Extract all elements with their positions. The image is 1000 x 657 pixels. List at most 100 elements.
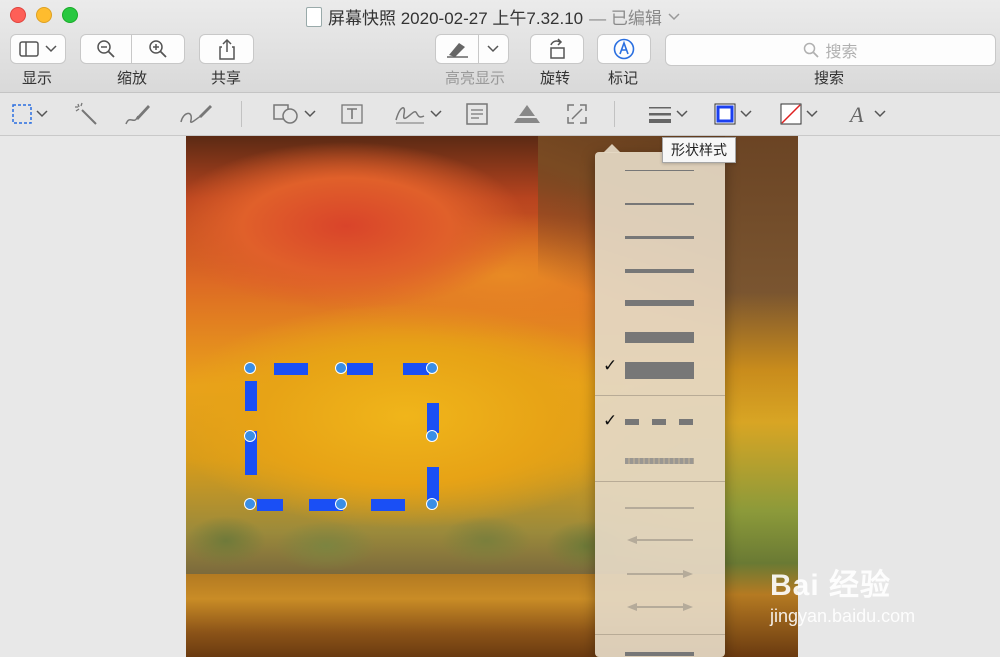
- menu-separator: [595, 395, 725, 396]
- zoom-in-icon: [149, 40, 167, 58]
- document-icon: [306, 6, 322, 27]
- line-weight-icon: [649, 107, 671, 123]
- adjust-color-icon: [514, 105, 540, 123]
- close-window-button[interactable]: [10, 7, 26, 23]
- shape-style-button[interactable]: [648, 99, 688, 129]
- selection-tool-button[interactable]: [12, 99, 48, 129]
- rough-line-option[interactable]: [625, 458, 694, 464]
- chevron-down-icon: [36, 110, 48, 118]
- text-box-icon: [341, 104, 363, 124]
- markup-label: 标记: [608, 70, 639, 87]
- rotate-button[interactable]: [530, 34, 584, 64]
- window-title: 屏幕快照 2020-02-27 上午7.32.10 — 已编辑: [306, 4, 680, 29]
- resize-handle[interactable]: [244, 498, 256, 510]
- instant-alpha-button[interactable]: [74, 99, 98, 129]
- line-weight-option-4[interactable]: [625, 269, 694, 273]
- display-button[interactable]: [10, 34, 66, 64]
- checkmark-icon: ✓: [603, 411, 618, 430]
- window-title-text: 屏幕快照 2020-02-27 上午7.32.10: [328, 9, 584, 28]
- search-field[interactable]: 搜索: [665, 34, 996, 66]
- markup-button[interactable]: [597, 34, 651, 64]
- toolbar-divider: [614, 101, 615, 127]
- resize-handle[interactable]: [244, 430, 256, 442]
- border-color-button[interactable]: [714, 99, 752, 129]
- rotate-label: 旋转: [540, 70, 571, 87]
- fullscreen-window-button[interactable]: [62, 7, 78, 23]
- line-weight-option-3[interactable]: [625, 236, 694, 239]
- rectangular-selection-icon: [12, 104, 32, 124]
- highlighter-icon: [446, 43, 468, 58]
- share-button[interactable]: [199, 34, 254, 64]
- magic-wand-icon: [75, 102, 97, 125]
- note-icon: [466, 103, 488, 125]
- chevron-down-icon: [676, 110, 688, 118]
- arrow-option-plain[interactable]: [625, 507, 694, 509]
- rotate-icon: [550, 38, 565, 59]
- sign-button[interactable]: [394, 99, 442, 129]
- watermark-url: jingyan.baidu.com: [770, 606, 916, 626]
- more-option[interactable]: [625, 652, 694, 656]
- chevron-down-icon: [304, 110, 316, 118]
- menu-notch: [603, 144, 621, 153]
- dashed-line-option-selected[interactable]: [625, 419, 694, 425]
- title-bar: 屏幕快照 2020-02-27 上午7.32.10 — 已编辑 显示 缩放 共享…: [0, 0, 1000, 93]
- highlight-button[interactable]: [435, 34, 509, 64]
- line-weight-option-6[interactable]: [625, 332, 694, 343]
- zoom-label: 缩放: [117, 70, 148, 87]
- sketch-button[interactable]: [124, 99, 152, 129]
- adjust-color-button[interactable]: [512, 99, 542, 129]
- text-style-icon: A: [848, 102, 864, 126]
- double-arrow-icon[interactable]: [627, 603, 693, 611]
- svg-text:A: A: [848, 102, 864, 126]
- chevron-down-icon: [806, 110, 818, 118]
- chevron-down-icon: [740, 110, 752, 118]
- minimize-window-button[interactable]: [36, 7, 52, 23]
- line-weight-option-7-selected[interactable]: [625, 362, 694, 379]
- line-weight-option-2[interactable]: [625, 203, 694, 205]
- search-icon: [804, 42, 820, 58]
- zoom-out-icon: [97, 40, 115, 58]
- share-label: 共享: [211, 70, 242, 87]
- note-button[interactable]: [466, 99, 488, 129]
- signature-icon: [395, 107, 425, 124]
- watermark-brand: Bai 经验: [770, 569, 892, 602]
- resize-handle[interactable]: [426, 498, 438, 510]
- resize-handle[interactable]: [426, 362, 438, 374]
- line-weight-option-5[interactable]: [625, 300, 694, 306]
- zoom-out-button[interactable]: [80, 34, 132, 64]
- display-label: 显示: [22, 70, 53, 87]
- search-label: 搜索: [814, 70, 845, 87]
- share-icon: [218, 38, 235, 60]
- chevron-down-icon: [45, 45, 57, 53]
- right-arrow-icon[interactable]: [627, 570, 693, 578]
- draw-icon: [180, 105, 212, 123]
- left-arrow-icon[interactable]: [627, 536, 693, 544]
- text-style-button[interactable]: A: [848, 99, 886, 129]
- chevron-down-icon[interactable]: [668, 12, 680, 21]
- resize-handle[interactable]: [335, 498, 347, 510]
- resize-handle[interactable]: [335, 362, 347, 374]
- shapes-button[interactable]: [272, 99, 316, 129]
- fill-color-button[interactable]: [780, 99, 818, 129]
- chevron-down-icon: [486, 45, 499, 53]
- zoom-in-button[interactable]: [131, 34, 185, 64]
- menu-separator: [595, 481, 725, 482]
- dashed-rectangle-shape[interactable]: [244, 362, 439, 511]
- resize-handle[interactable]: [426, 430, 438, 442]
- line-weight-option-1[interactable]: [625, 170, 694, 171]
- checkmark-icon: ✓: [603, 356, 618, 375]
- shape-style-tooltip: 形状样式: [662, 137, 736, 163]
- resize-handle[interactable]: [244, 362, 256, 374]
- sketch-icon: [125, 105, 150, 125]
- shapes-icon: [273, 104, 298, 124]
- markup-icon: [613, 38, 635, 60]
- fill-color-none-icon: [780, 103, 802, 125]
- adjust-size-button[interactable]: [566, 99, 588, 129]
- highlight-label: 高亮显示: [445, 70, 506, 87]
- edited-status[interactable]: — 已编辑: [589, 4, 662, 29]
- search-placeholder: 搜索: [825, 44, 858, 61]
- sidebar-icon: [19, 41, 39, 57]
- chevron-down-icon: [874, 110, 886, 118]
- text-button[interactable]: [341, 99, 363, 129]
- draw-button[interactable]: [179, 99, 213, 129]
